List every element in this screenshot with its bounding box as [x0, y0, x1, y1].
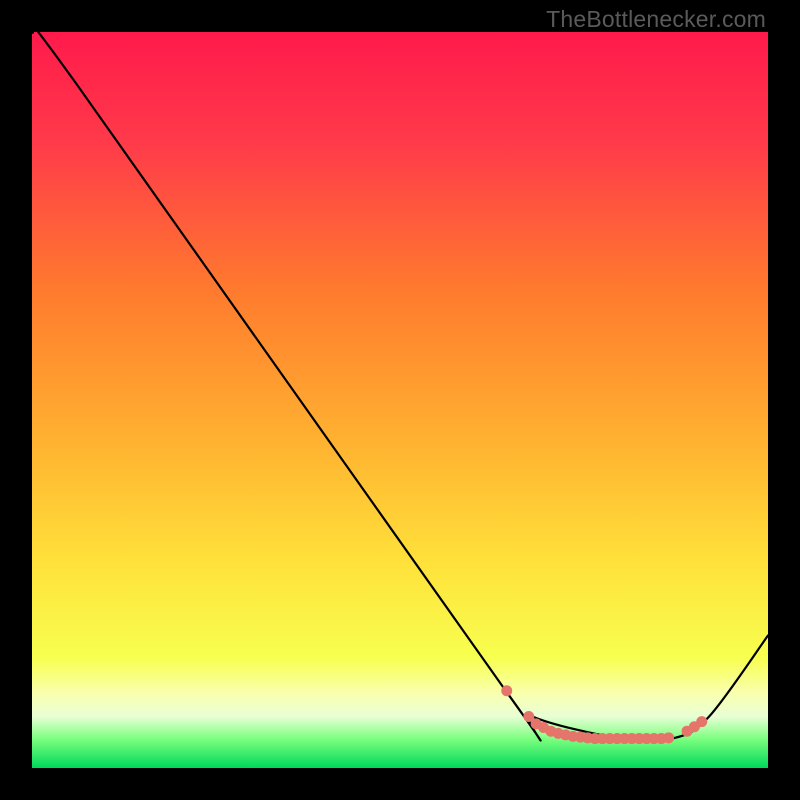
chart-plot — [32, 32, 768, 768]
gradient-bg — [32, 32, 768, 768]
marker-dot — [501, 685, 512, 696]
chart-frame — [32, 32, 768, 768]
marker-dot — [696, 716, 707, 727]
marker-dot — [663, 732, 674, 743]
watermark-text: TheBottlenecker.com — [546, 6, 766, 33]
